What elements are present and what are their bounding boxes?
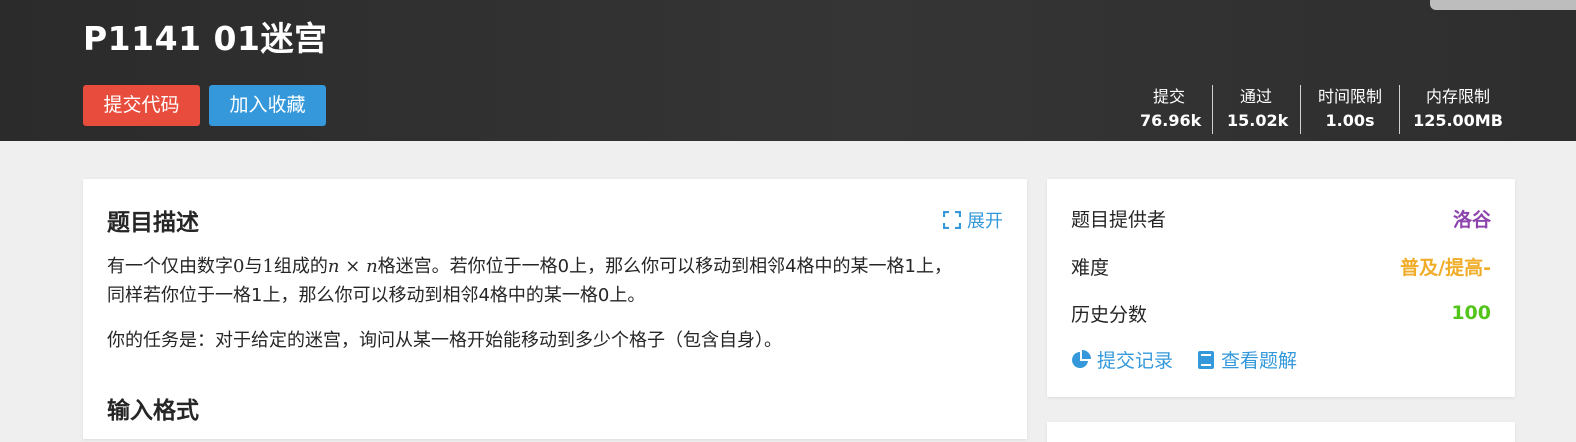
secondary-side-card — [1047, 422, 1515, 442]
difficulty-value: 普及/提高- — [1400, 256, 1491, 279]
add-favorite-button[interactable]: 加入收藏 — [209, 85, 326, 126]
book-icon — [1198, 350, 1215, 369]
stat-divider — [1212, 85, 1213, 134]
difficulty-label: 难度 — [1071, 256, 1110, 279]
para1-line-2: 同样若你位于一格1上，那么你可以移动到相邻4格中的某一格0上。 — [107, 285, 646, 306]
provider-label: 题目提供者 — [1071, 208, 1167, 231]
view-solutions-label: 查看题解 — [1221, 350, 1298, 372]
math-n: n — [327, 256, 340, 277]
problem-info-card: 题目提供者 洛谷 难度 普及/提高- 历史分数 100 提交记录 查看题解 — [1047, 179, 1515, 397]
problem-header: P1141 01迷宫 提交代码 加入收藏 提交 76.96k 通过 15.02k… — [0, 0, 1576, 141]
description-heading: 题目描述 — [107, 210, 199, 236]
para1-text-d: 格迷宫。若你位于一格0上，那么你可以移动到相邻4格中的某一格1上， — [377, 256, 953, 277]
stat-divider — [1300, 85, 1301, 134]
expand-label: 展开 — [967, 211, 1003, 232]
pie-chart-icon — [1072, 349, 1091, 368]
view-solutions-link[interactable]: 查看题解 — [1197, 346, 1297, 373]
stat-time-limit-value: 1.00s — [1325, 111, 1375, 130]
description-paragraph-2: 你的任务是：对于给定的迷宫，询问从某一格开始能移动到多少个格子（包含自身）。 — [107, 330, 782, 351]
para1-text-b: 与 — [244, 256, 263, 277]
stat-time-limit-label: 时间限制 — [1317, 87, 1382, 106]
stat-memory-limit: 内存限制 125.00MB — [1410, 86, 1506, 134]
para1-text-a: 有一个仅由数字 — [107, 256, 233, 277]
submission-records-link[interactable]: 提交记录 — [1071, 346, 1173, 373]
para1-one: 1 — [262, 256, 274, 277]
input-format-heading: 输入格式 — [107, 398, 199, 424]
sidebar-links: 提交记录 查看题解 — [1071, 346, 1297, 373]
submission-records-label: 提交记录 — [1097, 350, 1174, 372]
history-score-label: 历史分数 — [1071, 303, 1148, 326]
difficulty-row: 难度 普及/提高- — [1071, 251, 1491, 281]
stat-time-limit: 时间限制 1.00s — [1313, 86, 1387, 134]
stat-accepted-value: 15.02k — [1227, 111, 1289, 130]
para1-text-c: 组成的 — [273, 256, 328, 277]
problem-content-card: 题目描述 展开 有一个仅由数字0与1组成的n × n格迷宫。若你位于一格0上，那… — [83, 179, 1027, 439]
math-n: n — [366, 256, 378, 277]
submit-code-button[interactable]: 提交代码 — [83, 85, 200, 126]
expand-button[interactable]: 展开 — [943, 207, 1003, 233]
provider-row: 题目提供者 洛谷 — [1071, 203, 1491, 233]
stat-accepted-label: 通过 — [1239, 87, 1272, 106]
expand-icon — [943, 211, 961, 229]
stat-accepted: 通过 15.02k — [1227, 86, 1289, 134]
stat-submissions-label: 提交 — [1152, 87, 1185, 106]
math-times: × — [345, 256, 361, 277]
stat-memory-limit-label: 内存限制 — [1425, 87, 1490, 106]
stat-divider — [1399, 85, 1400, 134]
stat-submissions-value: 76.96k — [1140, 111, 1202, 130]
history-score-row: 历史分数 100 — [1071, 298, 1491, 328]
para1-zero: 0 — [233, 256, 245, 277]
stat-memory-limit-value: 125.00MB — [1413, 111, 1503, 130]
provider-value[interactable]: 洛谷 — [1453, 205, 1491, 232]
history-score-value: 100 — [1451, 302, 1491, 324]
problem-title: P1141 01迷宫 — [83, 19, 328, 58]
stat-submissions: 提交 76.96k — [1140, 86, 1202, 134]
description-paragraph-1: 有一个仅由数字0与1组成的n × n格迷宫。若你位于一格0上，那么你可以移动到相… — [107, 252, 1003, 310]
header-corner-tab[interactable] — [1430, 0, 1576, 10]
